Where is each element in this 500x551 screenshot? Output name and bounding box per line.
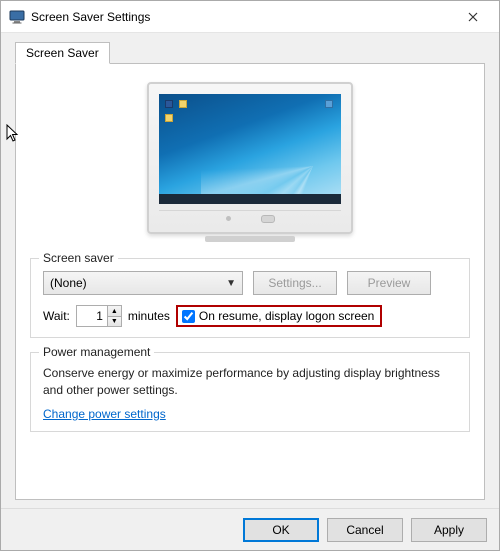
chevron-down-icon: ▼ [226,278,236,289]
wait-up-button[interactable]: ▲ [108,305,122,316]
tab-panel: Screen saver (None) ▼ Settings... Previe… [15,63,485,500]
on-resume-checkbox[interactable] [182,310,195,323]
group-screensaver-legend: Screen saver [39,251,118,265]
wait-label: Wait: [43,309,70,323]
group-power: Power management Conserve energy or maxi… [30,352,470,432]
ok-button[interactable]: OK [243,518,319,542]
monitor-screen [159,94,341,204]
close-icon [468,9,478,25]
wait-units: minutes [128,309,170,323]
monitor-frame [147,82,353,234]
group-power-legend: Power management [39,345,154,359]
dialog-body: Screen Saver [1,33,499,508]
change-power-settings-link[interactable]: Change power settings [43,407,166,421]
on-resume-label: On resume, display logon screen [199,309,374,323]
preview-taskbar [159,194,341,204]
apply-button[interactable]: Apply [411,518,487,542]
screensaver-preview [147,82,353,242]
monitor-bezel [159,210,341,226]
on-resume-highlight: On resume, display logon screen [176,305,382,327]
wait-down-button[interactable]: ▼ [108,316,122,327]
tabstrip: Screen Saver [15,41,485,63]
titlebar: Screen Saver Settings [1,1,499,33]
preview-button[interactable]: Preview [347,271,431,295]
cancel-button[interactable]: Cancel [327,518,403,542]
desktop-icon [325,100,333,108]
screensaver-settings-window: Screen Saver Settings Screen Saver [0,0,500,551]
desktop-icon [179,100,187,108]
settings-button[interactable]: Settings... [253,271,337,295]
window-title: Screen Saver Settings [31,10,453,24]
wait-input[interactable] [76,305,108,327]
screensaver-select-value: (None) [50,276,87,290]
desktop-icon [165,114,173,122]
monitor-base [205,236,295,242]
screensaver-select[interactable]: (None) ▼ [43,271,243,295]
wait-spinner[interactable]: ▲ ▼ [76,305,122,327]
dialog-button-row: OK Cancel Apply [1,508,499,550]
power-text: Conserve energy or maximize performance … [43,365,457,399]
group-screensaver: Screen saver (None) ▼ Settings... Previe… [30,258,470,338]
desktop-icon [165,100,173,108]
tab-screensaver[interactable]: Screen Saver [15,42,110,64]
close-button[interactable] [453,3,493,31]
app-icon [9,9,25,25]
